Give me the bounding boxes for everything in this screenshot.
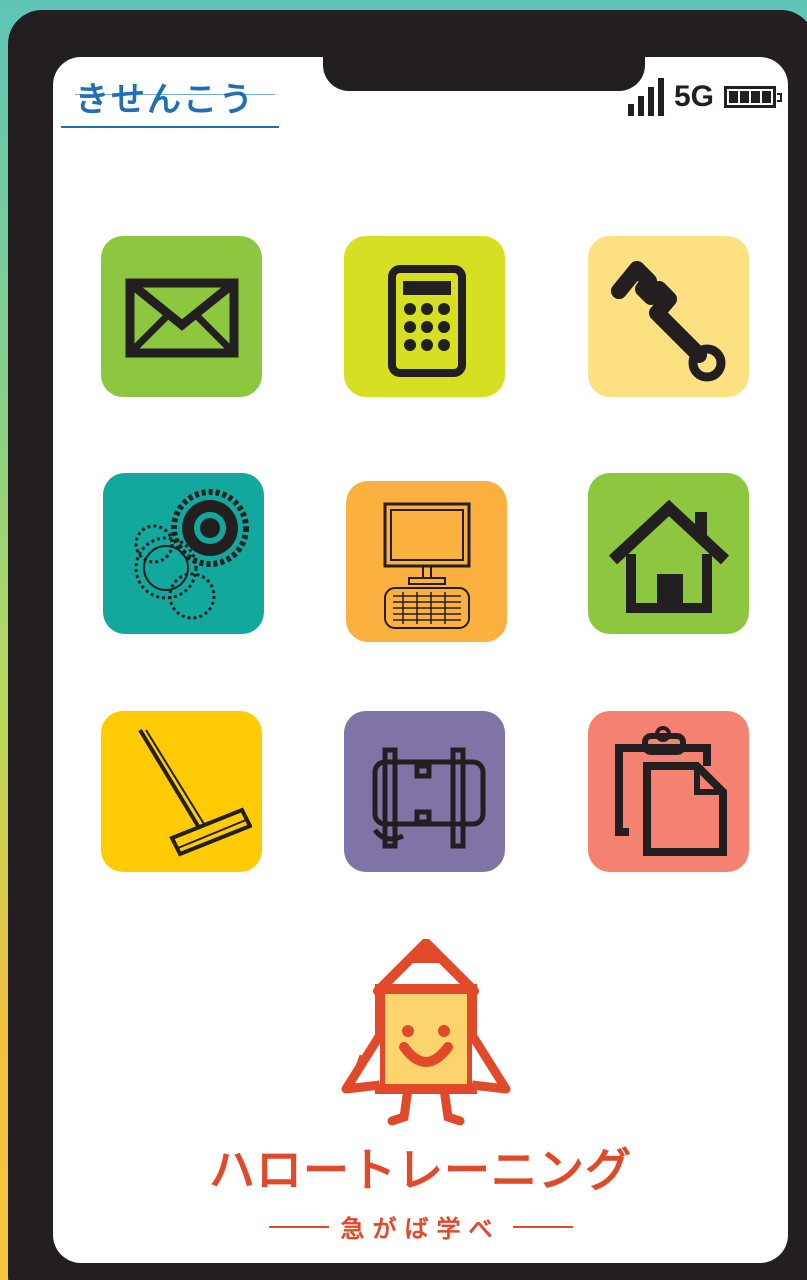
app-home[interactable] bbox=[588, 473, 749, 634]
mail-icon bbox=[125, 278, 238, 357]
wrench-icon bbox=[610, 260, 725, 381]
mop-icon bbox=[137, 728, 252, 857]
app-wrench[interactable] bbox=[588, 236, 749, 397]
app-gears[interactable] bbox=[103, 473, 264, 634]
tagline: 急がば学べ bbox=[340, 1215, 501, 1243]
clipboard-icon bbox=[614, 725, 727, 856]
app-pipe[interactable] bbox=[344, 711, 505, 872]
home-icon bbox=[608, 499, 729, 613]
brand-name: ハロートレーニング bbox=[209, 1143, 632, 1197]
status-bar: 5G bbox=[627, 77, 782, 117]
app-mail[interactable] bbox=[101, 236, 262, 397]
kisenkou-logo: きせんこう bbox=[61, 69, 281, 128]
phone-frame: きせんこう 5G ハロートレーニング 急がば学べ bbox=[8, 10, 807, 1280]
gears-icon bbox=[134, 488, 249, 619]
battery-full-icon bbox=[724, 86, 782, 108]
logo-underline bbox=[61, 126, 279, 128]
phone-screen: きせんこう 5G ハロートレーニング 急がば学べ bbox=[53, 57, 788, 1263]
network-label: 5G bbox=[673, 80, 714, 113]
pipe-icon bbox=[372, 747, 485, 848]
app-calculator[interactable] bbox=[344, 236, 505, 397]
logo-text: きせんこう bbox=[75, 80, 255, 120]
tagline-right-rule bbox=[512, 1225, 573, 1228]
computer-icon bbox=[383, 502, 470, 629]
phone-notch bbox=[323, 57, 645, 91]
signal-bars-icon bbox=[627, 78, 664, 116]
app-mop[interactable] bbox=[101, 711, 262, 872]
pencil-mascot-icon bbox=[341, 939, 511, 1126]
app-computer[interactable] bbox=[346, 481, 507, 642]
app-clipboard[interactable] bbox=[588, 711, 749, 872]
tagline-row: 急がば学べ bbox=[53, 1209, 788, 1244]
calculator-icon bbox=[387, 264, 466, 377]
tagline-left-rule bbox=[268, 1225, 329, 1228]
